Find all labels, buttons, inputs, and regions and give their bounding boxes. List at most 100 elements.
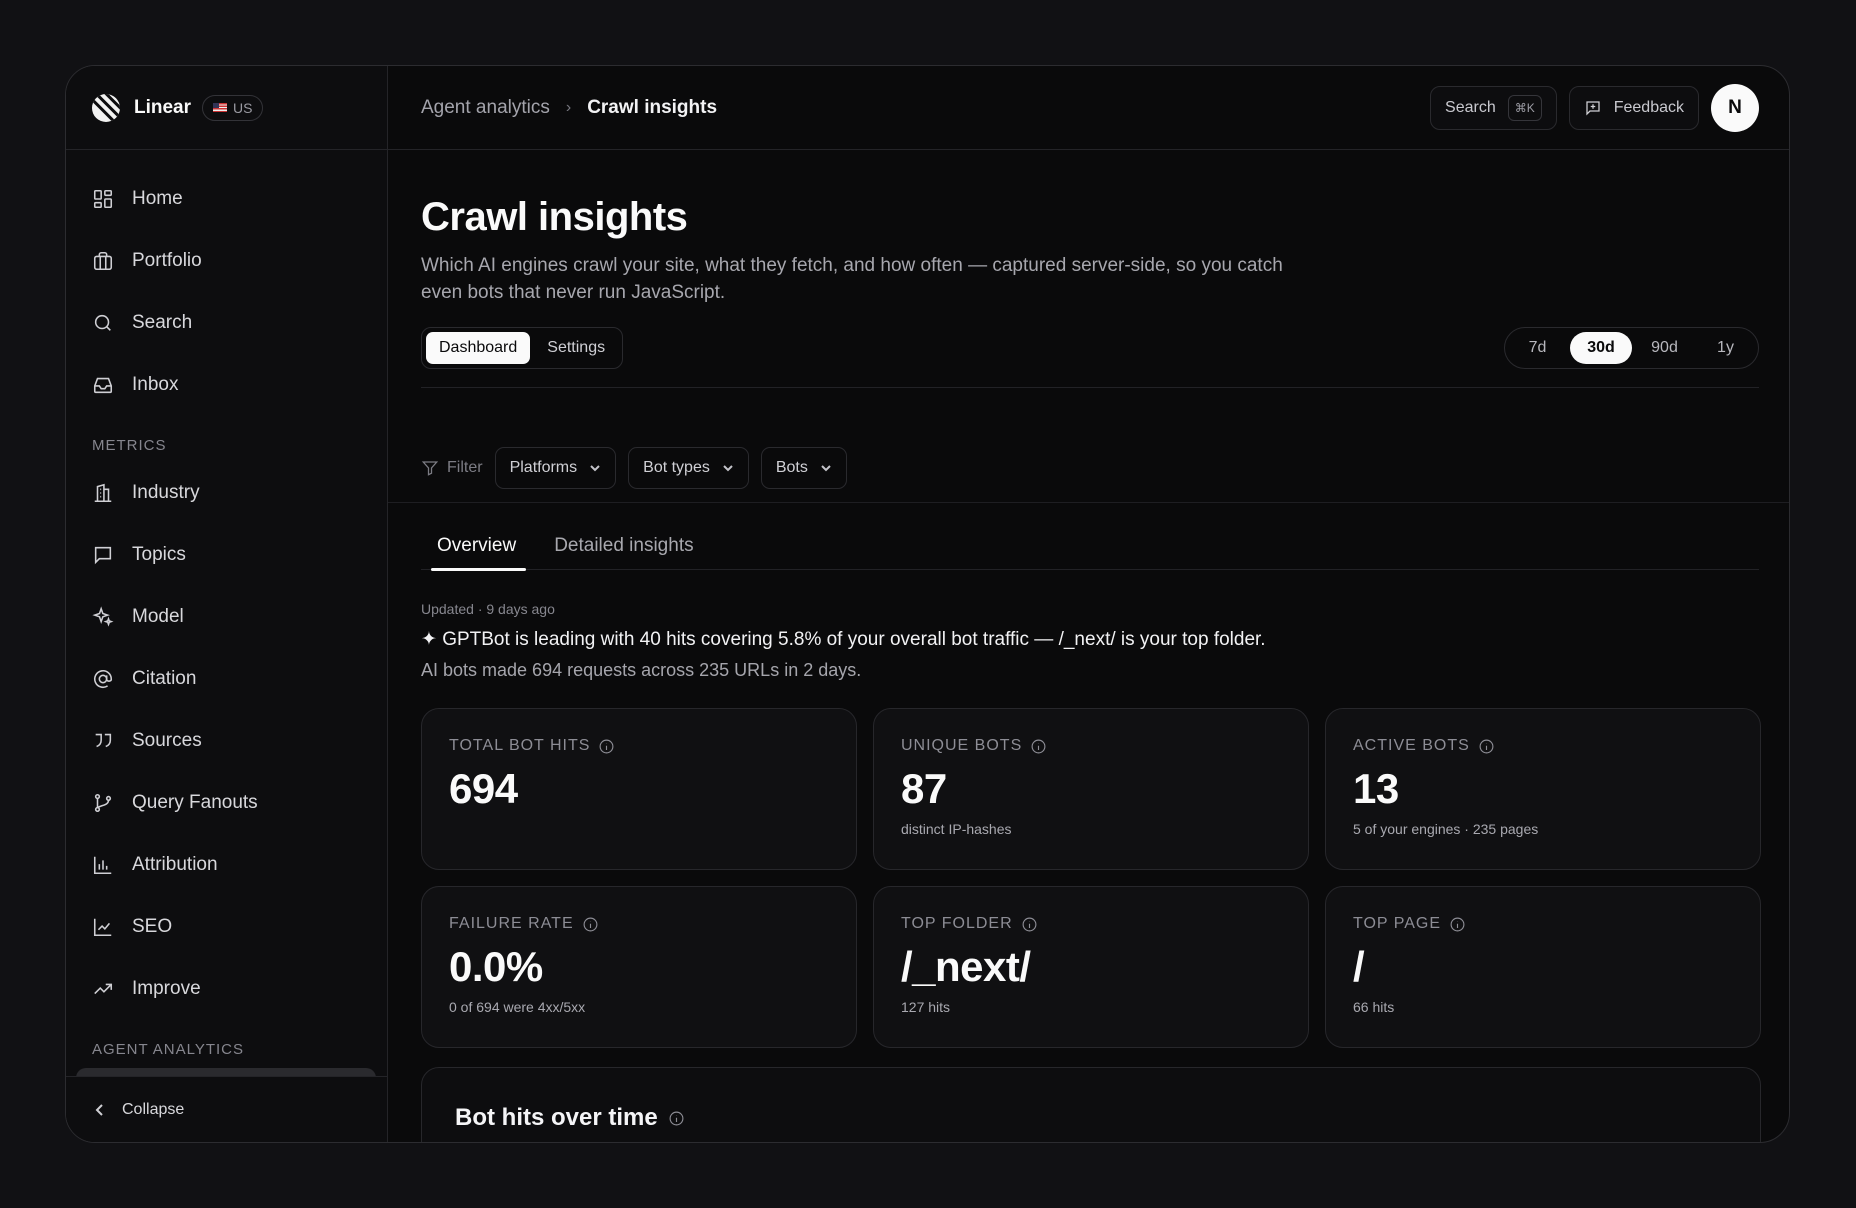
tab-overview[interactable]: Overview <box>421 522 527 571</box>
sidebar-item-sources[interactable]: Sources <box>66 710 387 772</box>
bar-chart-icon <box>93 856 112 875</box>
tab-settings[interactable]: Settings <box>534 332 618 364</box>
metric-card-label-text: ACTIVE BOTS <box>1353 737 1470 754</box>
range-90d-button[interactable]: 90d <box>1636 332 1693 364</box>
range-1y-button[interactable]: 1y <box>1697 332 1754 364</box>
region-badge[interactable]: US <box>202 94 264 121</box>
metric-card-label: FAILURE RATE <box>449 915 829 933</box>
sidebar-item-label: Home <box>132 188 183 209</box>
breadcrumb-current: Crawl insights <box>587 96 718 118</box>
bots-dropdown-label: Bots <box>775 459 808 476</box>
sidebar-item-citation[interactable]: Citation <box>66 648 387 710</box>
search-button[interactable]: Search ⌘K <box>1430 85 1557 130</box>
brand-header[interactable]: Linear US <box>66 66 387 150</box>
platforms-dropdown[interactable]: Platforms <box>494 447 617 489</box>
sidebar-item-label: Sources <box>132 730 202 751</box>
sidebar-item-industry[interactable]: Industry <box>66 462 387 524</box>
chevron-right-icon: › <box>565 98 572 116</box>
sidebar-item-improve[interactable]: Improve <box>66 958 387 1020</box>
chevron-left-icon <box>95 1103 103 1116</box>
info-icon[interactable] <box>598 738 615 755</box>
range-7d-button[interactable]: 7d <box>1509 332 1566 364</box>
app-window: Linear US Home Portfolio Search Inbox ME… <box>65 65 1790 1143</box>
feedback-button-label: Feedback <box>1613 98 1684 116</box>
search-shortcut: ⌘K <box>1507 94 1542 121</box>
insight-headline: ✦ GPTBot is leading with 40 hits coverin… <box>421 629 1266 650</box>
feedback-icon <box>1586 100 1600 116</box>
metric-card-label: UNIQUE BOTS <box>901 737 1281 755</box>
metric-card-value: 87 <box>901 765 947 812</box>
message-square-icon <box>94 546 112 565</box>
user-avatar[interactable]: N <box>1711 83 1759 132</box>
sidebar-item-topics[interactable]: Topics <box>66 524 387 586</box>
date-range-selector: 7d 30d 90d 1y <box>1504 327 1759 369</box>
sidebar-item-search[interactable]: Search <box>66 292 387 354</box>
view-switcher: Dashboard Settings <box>421 327 624 369</box>
page-description: Which AI engines crawl your site, what t… <box>421 255 1283 303</box>
git-branch-icon <box>94 793 112 813</box>
metric-card-label-text: TOP FOLDER <box>901 915 1013 932</box>
sidebar-item-label: Attribution <box>132 854 218 875</box>
sidebar-item-label: Portfolio <box>132 250 202 271</box>
metric-card-value: /_next/ <box>901 943 1031 990</box>
info-icon[interactable] <box>1449 916 1466 933</box>
tab-detailed-insights[interactable]: Detailed insights <box>538 522 703 570</box>
sidebar-item-portfolio[interactable]: Portfolio <box>66 230 387 292</box>
info-icon[interactable] <box>668 1110 685 1127</box>
collapse-label: Collapse <box>122 1100 185 1118</box>
briefcase-icon <box>93 251 113 271</box>
bot-types-dropdown-label: Bot types <box>643 459 710 476</box>
collapse-button[interactable]: Collapse <box>66 1076 387 1142</box>
metric-card-total-bot-hits: TOTAL BOT HITS 694 <box>421 708 857 870</box>
metric-card-unique-bots: UNIQUE BOTS 87 distinct IP-hashes <box>873 708 1309 870</box>
sidebar-item-seo[interactable]: SEO <box>66 896 387 958</box>
metric-card-top-page: TOP PAGE / 66 hits <box>1325 886 1761 1048</box>
sidebar-item-query-fanouts[interactable]: Query Fanouts <box>66 772 387 834</box>
range-30d-button[interactable]: 30d <box>1570 332 1632 364</box>
updated-timestamp: Updated · 9 days ago <box>421 601 555 617</box>
bot-hits-chart-card: Bot hits over time <box>421 1067 1761 1142</box>
metric-card-label-text: TOP PAGE <box>1353 915 1442 932</box>
metric-card-subtext: 66 hits <box>1353 999 1395 1015</box>
metric-card-subtext: distinct IP-hashes <box>901 821 1012 837</box>
main-content: Agent analytics › Crawl insights Search … <box>388 66 1789 1142</box>
chevron-down-icon <box>723 465 733 472</box>
topbar: Agent analytics › Crawl insights Search … <box>388 66 1789 150</box>
sidebar-nav: Home Portfolio Search Inbox METRICS Indu… <box>66 150 387 1066</box>
metric-card-value: 0.0% <box>449 943 543 990</box>
linear-logo-icon <box>92 93 120 122</box>
tab-dashboard[interactable]: Dashboard <box>426 332 531 364</box>
inbox-icon <box>93 377 113 394</box>
chevron-down-icon <box>590 465 600 472</box>
info-icon[interactable] <box>1478 738 1495 755</box>
sidebar-item-inbox[interactable]: Inbox <box>66 354 387 416</box>
bot-types-dropdown[interactable]: Bot types <box>628 447 749 489</box>
page-title: Crawl insights <box>421 195 688 239</box>
info-icon[interactable] <box>1021 916 1038 933</box>
metric-card-subtext: 0 of 694 were 4xx/5xx <box>449 999 586 1015</box>
metric-card-label: TOP PAGE <box>1353 915 1733 933</box>
chart-title: Bot hits over time <box>455 1104 1727 1132</box>
quote-icon <box>95 733 112 748</box>
insight-summary: AI bots made 694 requests across 235 URL… <box>421 660 862 680</box>
sidebar-item-model[interactable]: Model <box>66 586 387 648</box>
top-actions: Search ⌘K Feedback N <box>1430 83 1759 132</box>
brand-name: Linear <box>134 96 192 118</box>
chevron-down-icon <box>821 465 831 472</box>
metric-card-failure-rate: FAILURE RATE 0.0% 0 of 694 were 4xx/5xx <box>421 886 857 1048</box>
sidebar-item-home[interactable]: Home <box>66 168 387 230</box>
filter-label-text: Filter <box>447 459 483 476</box>
metric-card-active-bots: ACTIVE BOTS 13 5 of your engines · 235 p… <box>1325 708 1761 870</box>
breadcrumb-parent-link[interactable]: Agent analytics <box>421 97 550 119</box>
feedback-button[interactable]: Feedback <box>1568 85 1699 130</box>
info-icon[interactable] <box>1030 738 1047 755</box>
bots-dropdown[interactable]: Bots <box>760 447 847 489</box>
info-icon[interactable] <box>582 916 599 933</box>
sidebar-item-attribution[interactable]: Attribution <box>66 834 387 896</box>
sidebar-item-label: Topics <box>132 544 186 565</box>
at-sign-icon <box>93 670 113 689</box>
metric-card-value: 13 <box>1353 765 1399 812</box>
metric-card-label: TOTAL BOT HITS <box>449 737 829 755</box>
metric-card-label: TOP FOLDER <box>901 915 1281 933</box>
grid-icon <box>93 189 113 209</box>
